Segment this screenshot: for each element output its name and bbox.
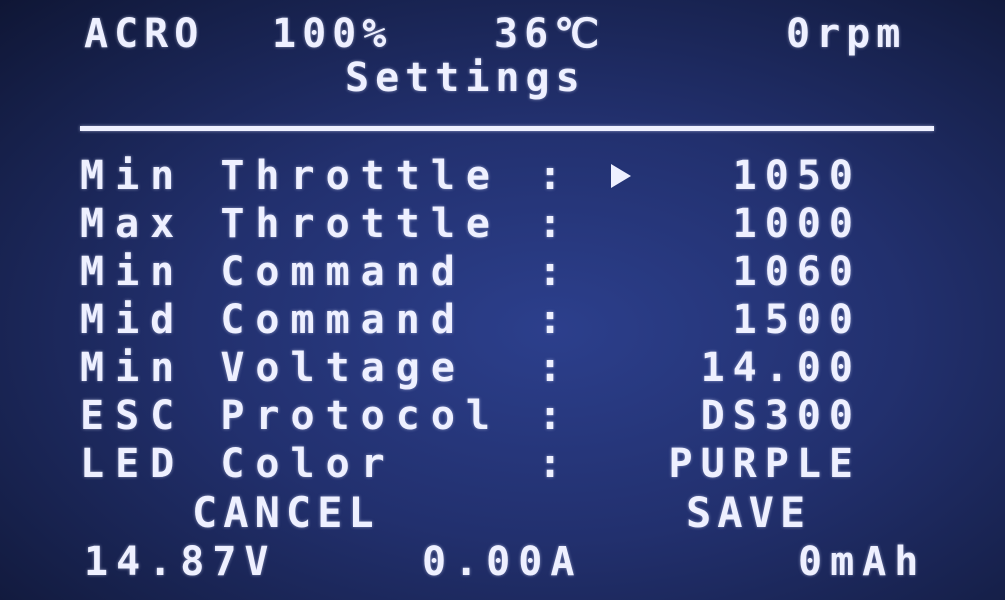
rpm-readout: 0rpm — [786, 11, 907, 57]
setting-colon: : — [538, 441, 563, 487]
setting-colon: : — [538, 345, 563, 391]
throttle-percent: 100% — [272, 11, 393, 57]
setting-label: LED Color — [80, 441, 396, 487]
current-draw: 0.00A — [422, 539, 583, 585]
setting-value[interactable]: 14.00 — [701, 348, 861, 388]
setting-value[interactable]: 1000 — [733, 204, 861, 244]
setting-value[interactable]: PURPLE — [669, 444, 862, 484]
setting-label: ESC Protocol — [80, 393, 501, 439]
setting-row-min-throttle[interactable]: Min Throttle : 1050 — [0, 156, 1005, 204]
setting-row-led-color[interactable]: LED Color : PURPLE — [0, 444, 1005, 492]
setting-row-mid-command[interactable]: Mid Command : 1500 — [0, 300, 1005, 348]
save-button[interactable]: SAVE — [686, 492, 811, 534]
page-title: Settings — [345, 55, 586, 101]
osd-screen: ACRO 100% 36℃ 0rpm Settings Min Throttle… — [0, 0, 1005, 600]
setting-colon: : — [538, 393, 563, 439]
setting-label: Mid Command — [80, 297, 466, 343]
setting-value[interactable]: 1050 — [733, 156, 861, 196]
setting-label: Min Throttle — [80, 153, 501, 199]
temperature-readout: 36℃ — [494, 11, 606, 57]
setting-colon: : — [538, 249, 563, 295]
setting-row-esc-protocol[interactable]: ESC Protocol : DS300 — [0, 396, 1005, 444]
setting-label: Max Throttle — [80, 201, 501, 247]
play-arrow-icon — [611, 164, 631, 188]
setting-label: Min Voltage — [80, 345, 466, 391]
title-divider — [80, 126, 934, 131]
setting-value[interactable]: 1500 — [733, 300, 861, 340]
setting-value[interactable]: 1060 — [733, 252, 861, 292]
setting-row-max-throttle[interactable]: Max Throttle : 1000 — [0, 204, 1005, 252]
battery-voltage: 14.87V — [84, 539, 277, 585]
cancel-button[interactable]: CANCEL — [192, 492, 380, 534]
setting-value[interactable]: DS300 — [701, 396, 861, 436]
setting-colon: : — [538, 297, 563, 343]
setting-label: Min Command — [80, 249, 466, 295]
setting-row-min-command[interactable]: Min Command : 1060 — [0, 252, 1005, 300]
setting-row-min-voltage[interactable]: Min Voltage : 14.00 — [0, 348, 1005, 396]
flight-mode: ACRO — [84, 11, 205, 57]
setting-colon: : — [538, 201, 563, 247]
setting-colon: : — [538, 153, 563, 199]
consumed-capacity: 0mAh — [798, 539, 927, 585]
